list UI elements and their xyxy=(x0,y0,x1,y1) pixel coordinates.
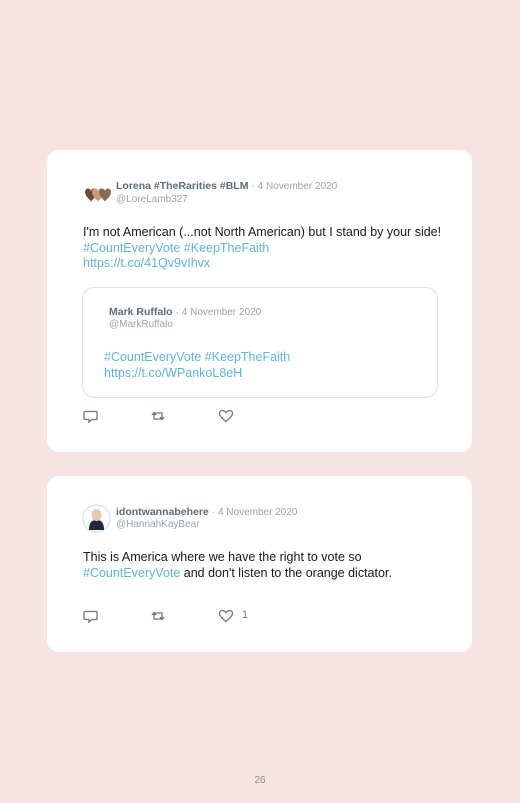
tweet-text: This is America where we have the right … xyxy=(83,550,463,581)
retweet-icon[interactable] xyxy=(150,608,166,624)
hashtag-link[interactable]: #KeepTheFaith xyxy=(205,350,290,364)
tweet-date[interactable]: 4 November 2020 xyxy=(218,507,298,518)
avatar[interactable] xyxy=(82,504,111,533)
user-handle[interactable]: @HannahKayBear xyxy=(116,519,200,530)
quoted-user-handle[interactable]: @MarkRuffalo xyxy=(109,319,173,330)
hashtag-link[interactable]: #KeepTheFaith xyxy=(184,241,269,255)
hashtag-link[interactable]: #CountEveryVote xyxy=(83,241,180,255)
tweet-header: Lorena #TheRarities #BLM · 4 November 20… xyxy=(116,180,337,193)
tweet-date[interactable]: 4 November 2020 xyxy=(258,181,338,192)
heart-icon[interactable] xyxy=(218,408,234,424)
hashtag-link[interactable]: #CountEveryVote xyxy=(83,566,180,580)
display-name[interactable]: idontwannabehere xyxy=(116,506,209,518)
hashtag-link[interactable]: #CountEveryVote xyxy=(104,350,201,364)
quoted-tweet[interactable]: Mark Ruffalo · 4 November 2020 @MarkRuff… xyxy=(82,287,438,398)
quoted-display-name[interactable]: Mark Ruffalo xyxy=(109,306,173,318)
avatar[interactable] xyxy=(83,182,111,210)
tweet-text-plain: I'm not American (...not North American)… xyxy=(83,225,442,239)
tweet-text-plain: and don't listen to the orange dictator. xyxy=(183,565,392,580)
display-name[interactable]: Lorena #TheRarities #BLM xyxy=(116,180,248,192)
page-number: 26 xyxy=(254,775,266,786)
retweet-icon[interactable] xyxy=(150,408,166,424)
tweet-text: I'm not American (...not North American)… xyxy=(83,225,443,272)
separator: · xyxy=(251,181,255,192)
tweet-card: idontwannabehere · 4 November 2020 @Hann… xyxy=(47,476,472,652)
tweet-text-plain: This is America where we have the right … xyxy=(83,550,362,564)
url-link[interactable]: https://t.co/41Qv9vIhvx xyxy=(83,256,210,270)
quoted-tweet-date[interactable]: 4 November 2020 xyxy=(182,307,262,318)
tweet-header: idontwannabehere · 4 November 2020 xyxy=(116,506,297,519)
like-count: 1 xyxy=(242,609,249,621)
quoted-tweet-header: Mark Ruffalo · 4 November 2020 xyxy=(109,306,261,319)
tweet-card: Lorena #TheRarities #BLM · 4 November 20… xyxy=(47,150,472,452)
heart-icon[interactable] xyxy=(218,608,234,624)
quoted-tweet-text: #CountEveryVote #KeepTheFaith https://t.… xyxy=(104,350,424,381)
separator: · xyxy=(175,307,179,318)
separator: · xyxy=(211,507,216,518)
reply-icon[interactable] xyxy=(83,408,99,424)
user-handle[interactable]: @LoreLamb327 xyxy=(116,194,188,205)
reply-icon[interactable] xyxy=(83,608,99,624)
url-link[interactable]: https://t.co/WPankoL8eH xyxy=(104,366,242,380)
